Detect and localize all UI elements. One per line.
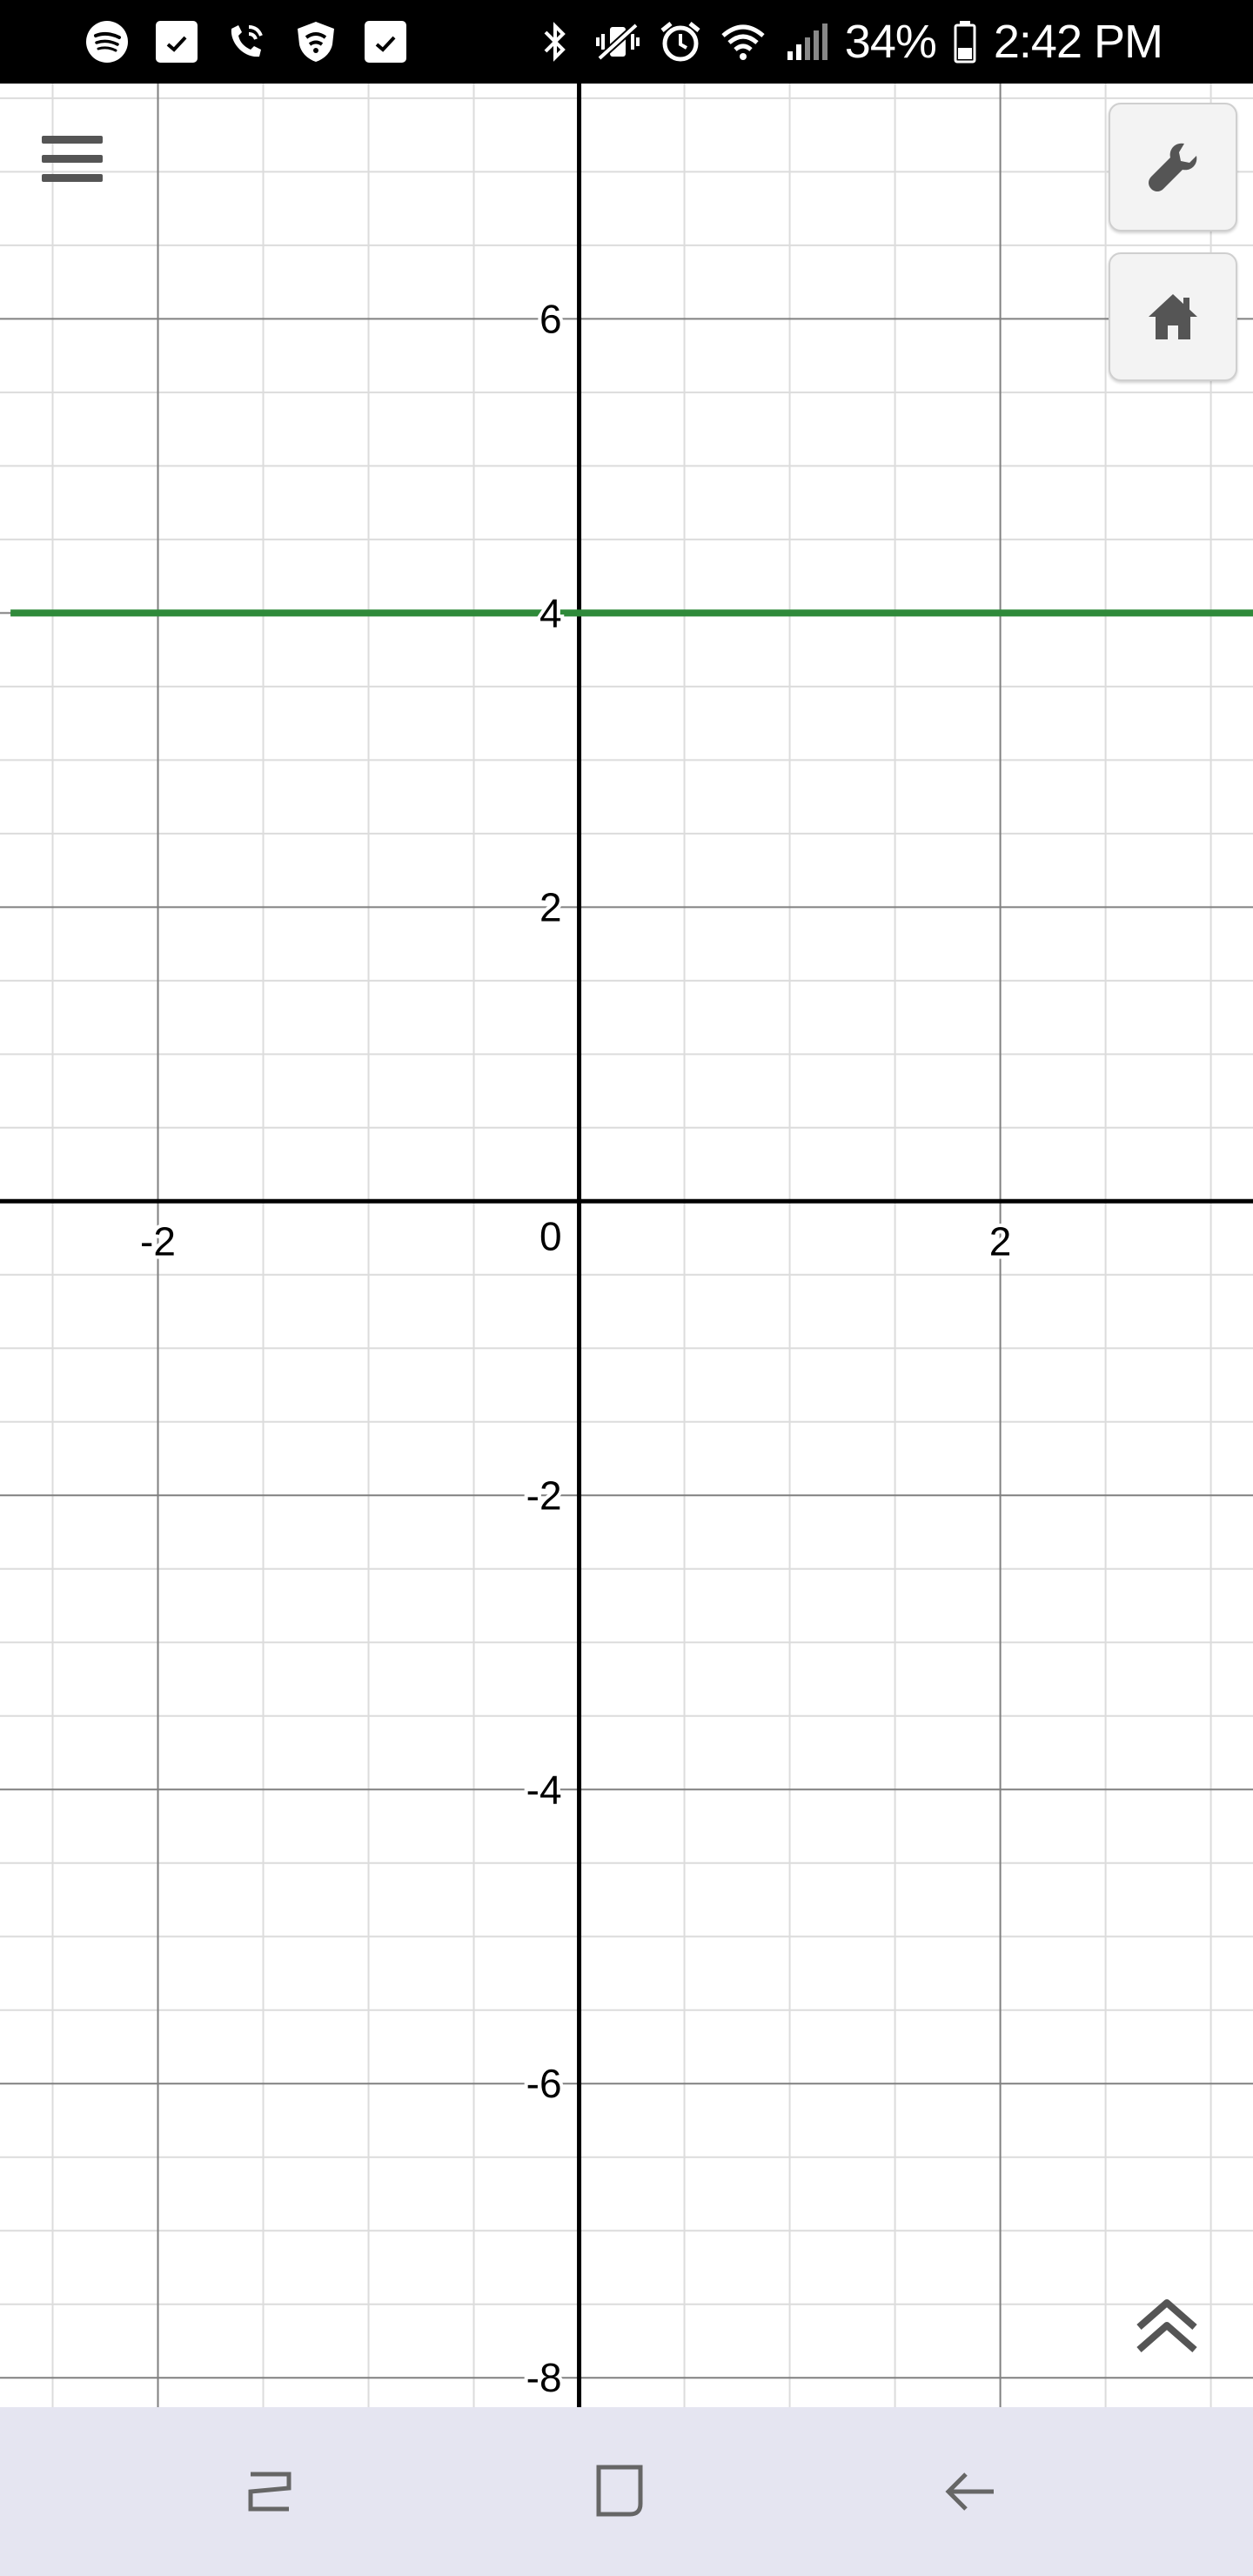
double-chevron-up-icon — [1136, 2299, 1197, 2353]
cell-signal-icon — [782, 18, 829, 65]
recent-apps-icon — [248, 2472, 291, 2512]
major-gridlines — [0, 84, 1253, 2407]
x-tick-label: -2 — [140, 1218, 176, 1264]
wifi-call-icon — [223, 18, 270, 65]
y-tick-label: -8 — [526, 2355, 562, 2400]
y-tick-label: -2 — [526, 1472, 562, 1518]
home-square-icon — [596, 2465, 643, 2517]
check-notification-icon — [153, 18, 200, 65]
battery-percent: 34% — [844, 16, 937, 68]
hamburger-menu-icon — [42, 135, 103, 144]
origin-label: 0 — [539, 1213, 562, 1258]
wifi-icon — [720, 18, 767, 65]
status-right-icons: 34% 2:42 PM — [532, 0, 1163, 84]
status-left-icons — [84, 0, 409, 84]
status-bar: 34% 2:42 PM — [0, 0, 1253, 84]
y-tick-label: 4 — [539, 590, 562, 635]
y-tick-label: -6 — [526, 2061, 562, 2106]
home-button[interactable] — [1109, 252, 1237, 381]
axes — [0, 84, 1253, 2407]
battery-icon — [952, 18, 978, 65]
menu-button[interactable] — [42, 118, 122, 198]
check-notification-icon — [362, 18, 409, 65]
clock-time: 2:42 PM — [993, 16, 1163, 68]
bluetooth-icon — [532, 18, 579, 65]
alarm-icon — [657, 18, 704, 65]
wrench-icon — [1149, 143, 1197, 191]
x-tick-label: 2 — [989, 1218, 1012, 1264]
vibrate-mute-icon — [594, 18, 641, 65]
back-arrow-icon — [945, 2472, 994, 2511]
expand-button[interactable] — [1122, 2287, 1211, 2365]
graph-plot[interactable]: -2 0 2 6 4 2 -2 -4 -6 -8 — [0, 84, 1253, 2407]
home-nav-button[interactable] — [533, 2407, 707, 2576]
navigation-bar — [0, 2407, 1253, 2576]
y-tick-label: 2 — [539, 884, 562, 929]
y-tick-label: -4 — [526, 1767, 562, 1812]
back-button[interactable] — [884, 2407, 1058, 2576]
home-icon — [1149, 294, 1197, 339]
spotify-icon — [84, 18, 131, 65]
graph-settings-button[interactable] — [1109, 103, 1237, 231]
graph-canvas[interactable]: -2 0 2 6 4 2 -2 -4 -6 -8 — [0, 84, 1253, 2407]
minor-gridlines — [0, 84, 1253, 2407]
shield-icon — [292, 18, 339, 65]
y-tick-label: 6 — [539, 296, 562, 341]
recent-apps-button[interactable] — [183, 2407, 357, 2576]
